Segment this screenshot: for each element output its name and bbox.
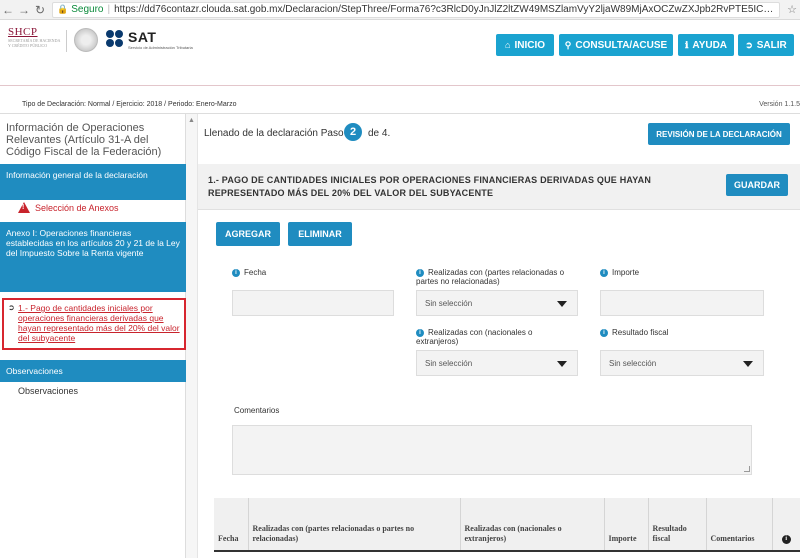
logo-divider	[66, 30, 67, 52]
sidebar: Información de Operaciones Relevantes (A…	[0, 114, 186, 558]
importe-label-text: Importe	[612, 268, 640, 277]
ayuda-label: AYUDA	[692, 39, 728, 51]
col-realizadas-partes[interactable]: Realizadas con (partes relacionadas o pa…	[247, 498, 460, 550]
sidebar-section-general[interactable]: Información general de la declaración	[0, 164, 186, 200]
col-fecha[interactable]: Fecha	[214, 498, 248, 550]
enter-icon: ➲	[8, 303, 15, 312]
salir-label: SALIR	[756, 39, 787, 51]
main-content: Llenado de la declaración Paso 2 de 4. R…	[198, 114, 800, 558]
table-header-row: Fecha Realizadas con (partes relacionada…	[214, 498, 800, 550]
declaration-info: Tipo de Declaración: Normal / Ejercicio:…	[22, 101, 237, 108]
sat-mark-icon	[106, 30, 124, 48]
section-header: 1.- PAGO DE CANTIDADES INICIALES POR OPE…	[198, 164, 800, 210]
realizadas-nac-label-text: Realizadas con (nacionales o extranjeros…	[416, 328, 533, 346]
col-comentarios[interactable]: Comentarios	[705, 498, 772, 550]
realizadas-partes-value: Sin selección	[425, 299, 473, 308]
step-label: Llenado de la declaración Paso	[204, 128, 344, 139]
table-divider	[214, 550, 800, 552]
info-icon[interactable]: i	[600, 328, 608, 337]
realizadas-nac-value: Sin selección	[425, 359, 473, 368]
sidebar-scrollbar[interactable]: ▲	[186, 114, 198, 558]
shcp-logo-text: SHCP	[8, 26, 38, 38]
url-text: https://dd76contazr.clouda.sat.gob.mx/De…	[114, 4, 775, 15]
scroll-up-icon[interactable]: ▲	[186, 117, 197, 124]
step-total: de 4.	[368, 128, 391, 139]
resultado-label-text: Resultado fiscal	[612, 328, 669, 337]
warning-icon	[18, 202, 30, 213]
chevron-down-icon	[557, 361, 567, 367]
sat-logo: SAT	[128, 29, 157, 45]
realizadas-nac-select[interactable]: Sin selección	[416, 350, 578, 376]
lock-icon: 🔒	[57, 4, 69, 14]
importe-label: i Importe	[600, 268, 639, 277]
address-separator: |	[107, 4, 111, 15]
resultado-select[interactable]: Sin selección	[600, 350, 764, 376]
back-icon[interactable]: ←	[0, 3, 16, 17]
save-button[interactable]: GUARDAR	[726, 174, 788, 196]
fecha-label-text: Fecha	[244, 268, 267, 277]
section-title: 1.- PAGO DE CANTIDADES INICIALES POR OPE…	[208, 175, 652, 198]
sidebar-section-anexo1[interactable]: Anexo I: Operaciones financieras estable…	[0, 222, 186, 292]
address-bar[interactable]: 🔒 Seguro | https://dd76contazr.clouda.sa…	[52, 1, 780, 18]
info-icon[interactable]: i	[781, 535, 791, 544]
bookmark-star-icon[interactable]: ☆	[784, 3, 800, 16]
sidebar-section-observaciones[interactable]: Observaciones	[0, 360, 186, 382]
inicio-label: INICIO	[514, 39, 545, 51]
chevron-down-icon	[557, 301, 567, 307]
sidebar-item-anexo1-pago[interactable]: ➲ 1.- Pago de cantidades iniciales por o…	[2, 298, 186, 350]
delete-button[interactable]: ELIMINAR	[288, 222, 352, 246]
info-icon: ℹ	[684, 39, 689, 50]
reload-icon[interactable]: ↻	[32, 3, 48, 17]
consulta-acuse-button[interactable]: ⚲ CONSULTA/ACUSE	[559, 34, 673, 56]
national-seal-icon	[74, 28, 98, 52]
info-icon[interactable]: i	[416, 268, 424, 277]
col-importe[interactable]: Importe	[603, 498, 648, 550]
shcp-logo-subtitle: SECRETARÍA DE HACIENDA Y CRÉDITO PÚBLICO	[8, 38, 61, 48]
salir-button[interactable]: ➲ SALIR	[738, 34, 794, 56]
exit-icon: ➲	[745, 39, 753, 50]
inicio-button[interactable]: ⌂ INICIO	[496, 34, 554, 56]
chevron-down-icon	[743, 361, 753, 367]
secure-label: Seguro	[71, 4, 104, 15]
resize-handle-icon[interactable]	[744, 466, 750, 472]
anexos-selection-label: Selección de Anexos	[35, 202, 119, 213]
info-icon[interactable]: i	[416, 328, 424, 337]
realizadas-partes-label-text: Realizadas con (partes relacionadas o pa…	[416, 268, 565, 286]
col-resultado[interactable]: Resultado fiscal	[647, 498, 706, 550]
col-info: i	[771, 498, 800, 550]
forward-icon[interactable]: →	[16, 3, 32, 17]
sidebar-title: Información de Operaciones Relevantes (A…	[6, 122, 162, 158]
step-number-badge: 2	[344, 123, 362, 141]
resultado-value: Sin selección	[609, 359, 657, 368]
resultado-label: i Resultado fiscal	[600, 328, 668, 337]
col-realizadas-nac[interactable]: Realizadas con (nacionales o extranjeros…	[459, 498, 604, 550]
realizadas-partes-label: i Realizadas con (partes relacionadas o p…	[416, 268, 576, 286]
fecha-label: i Fecha	[232, 268, 266, 277]
info-icon[interactable]: i	[232, 268, 240, 277]
review-declaration-button[interactable]: REVISIÓN DE LA DECLARACIÓN	[648, 123, 790, 145]
add-button[interactable]: AGREGAR	[216, 222, 280, 246]
site-header: SHCP SECRETARÍA DE HACIENDA Y CRÉDITO PÚ…	[0, 20, 800, 86]
operations-table: Fecha Realizadas con (partes relacionada…	[214, 498, 800, 558]
declaration-info-bar: Tipo de Declaración: Normal / Ejercicio:…	[0, 96, 800, 114]
ayuda-button[interactable]: ℹ AYUDA	[678, 34, 734, 56]
comentarios-textarea[interactable]	[232, 425, 752, 475]
sidebar-item-observaciones[interactable]: Observaciones	[18, 386, 78, 396]
anexos-selection-link[interactable]: Selección de Anexos	[18, 202, 119, 213]
fecha-input[interactable]	[232, 290, 394, 316]
home-icon: ⌂	[505, 40, 511, 50]
sat-logo-subtitle: Servicio de Administración Tributaria	[128, 45, 193, 50]
info-icon[interactable]: i	[600, 268, 608, 277]
browser-toolbar: ← → ↻ 🔒 Seguro | https://dd76contazr.clo…	[0, 0, 800, 20]
shcp-logo: SHCP SECRETARÍA DE HACIENDA Y CRÉDITO PÚ…	[8, 26, 63, 48]
importe-input[interactable]	[600, 290, 764, 316]
version-label: Versión 1.1.5	[759, 101, 800, 108]
consulta-acuse-label: CONSULTA/ACUSE	[575, 39, 668, 51]
sidebar-item-anexo1-pago-label: 1.- Pago de cantidades iniciales por ope…	[18, 303, 180, 343]
realizadas-partes-select[interactable]: Sin selección	[416, 290, 578, 316]
realizadas-nac-label: i Realizadas con (nacionales o extranjero…	[416, 328, 576, 346]
comentarios-label: Comentarios	[234, 406, 280, 415]
search-icon: ⚲	[564, 39, 572, 50]
